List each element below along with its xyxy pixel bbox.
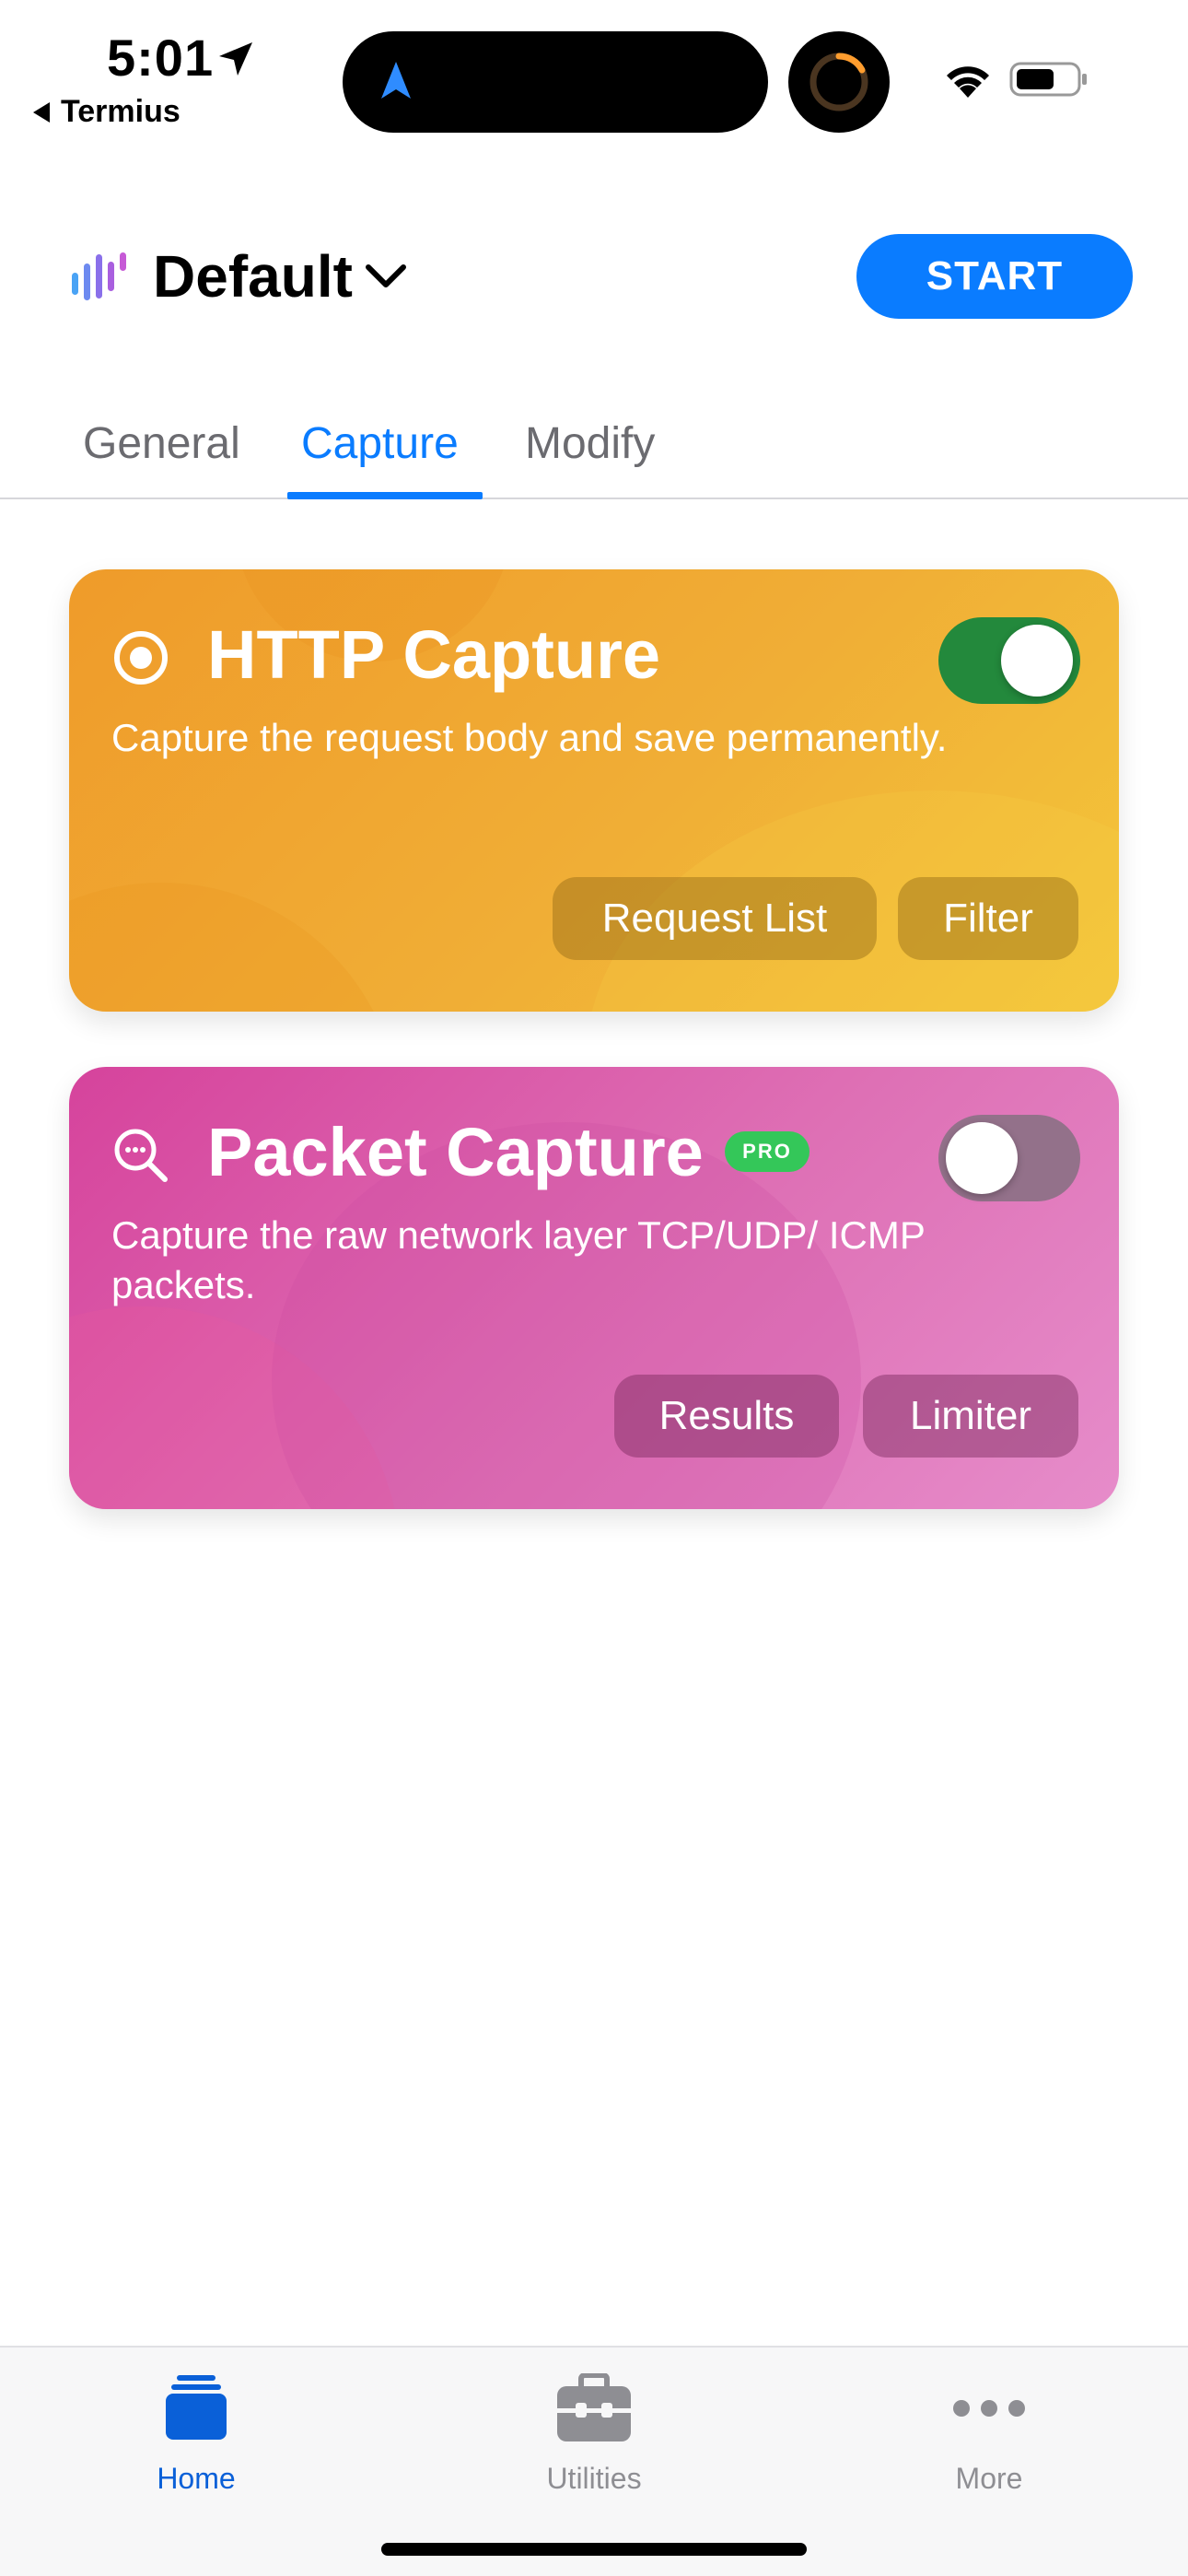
stack-icon xyxy=(166,2375,227,2440)
request-list-button[interactable]: Request List xyxy=(553,877,877,960)
tabbar-label: More xyxy=(955,2462,1023,2495)
wifi-icon xyxy=(947,66,989,98)
record-icon xyxy=(114,631,168,685)
toggle-knob xyxy=(1001,625,1073,697)
tabbar-label: Utilities xyxy=(546,2462,642,2495)
filter-button[interactable]: Filter xyxy=(898,877,1078,960)
card-description: Capture the request body and save perman… xyxy=(111,716,948,759)
toggle-knob xyxy=(946,1122,1018,1194)
home-indicator[interactable] xyxy=(381,2543,807,2556)
back-app-label: Termius xyxy=(61,94,181,129)
tab-general[interactable]: General xyxy=(83,416,240,472)
packet-capture-toggle[interactable] xyxy=(938,1115,1080,1201)
limiter-button[interactable]: Limiter xyxy=(863,1375,1078,1458)
active-tab-indicator xyxy=(287,492,483,499)
navigation-arrow-icon xyxy=(381,62,411,99)
chevron-down-icon[interactable] xyxy=(363,258,409,295)
card-background-shape xyxy=(69,883,401,1012)
card-title: Packet Capture xyxy=(207,1114,704,1190)
pro-badge: PRO xyxy=(725,1131,809,1172)
ellipsis-icon xyxy=(953,2400,1025,2417)
card-description: Capture the raw network layer TCP/UDP/ I… xyxy=(111,1213,926,1306)
tabbar-item-utilities[interactable]: Utilities xyxy=(456,2348,732,2532)
start-button[interactable]: START xyxy=(856,234,1133,319)
tabbar-label: Home xyxy=(157,2462,236,2495)
tabbar-item-more[interactable]: More xyxy=(851,2348,1127,2532)
tab-capture[interactable]: Capture xyxy=(301,416,459,472)
status-time: 5:01 xyxy=(107,29,215,87)
profile-selector[interactable]: Default xyxy=(153,241,353,311)
results-button[interactable]: Results xyxy=(614,1375,839,1458)
http-capture-toggle[interactable] xyxy=(938,617,1080,704)
bottom-tab-bar: Home Utilities More xyxy=(0,2346,1188,2576)
battery-icon xyxy=(1009,62,1087,97)
status-bar: 5:01 Termius xyxy=(0,0,1188,157)
activity-ring xyxy=(788,31,890,133)
http-capture-card: HTTP Capture Capture the request body an… xyxy=(69,569,1119,1012)
tab-modify[interactable]: Modify xyxy=(525,416,655,472)
tabbar-item-home[interactable]: Home xyxy=(58,2348,334,2532)
packet-capture-card: Packet Capture PRO Capture the raw netwo… xyxy=(69,1067,1119,1509)
location-arrow-icon xyxy=(219,42,252,76)
progress-ring-icon xyxy=(809,53,868,111)
header: Default START xyxy=(0,230,1188,332)
toolbox-icon xyxy=(557,2373,631,2441)
back-triangle-icon xyxy=(33,101,50,123)
segment-tabs: General Capture Modify xyxy=(0,405,1188,499)
card-title: HTTP Capture xyxy=(207,616,661,693)
magnifier-search-icon xyxy=(114,1129,168,1182)
app-logo-icon xyxy=(72,252,126,300)
back-to-app-button[interactable]: Termius xyxy=(33,94,181,130)
